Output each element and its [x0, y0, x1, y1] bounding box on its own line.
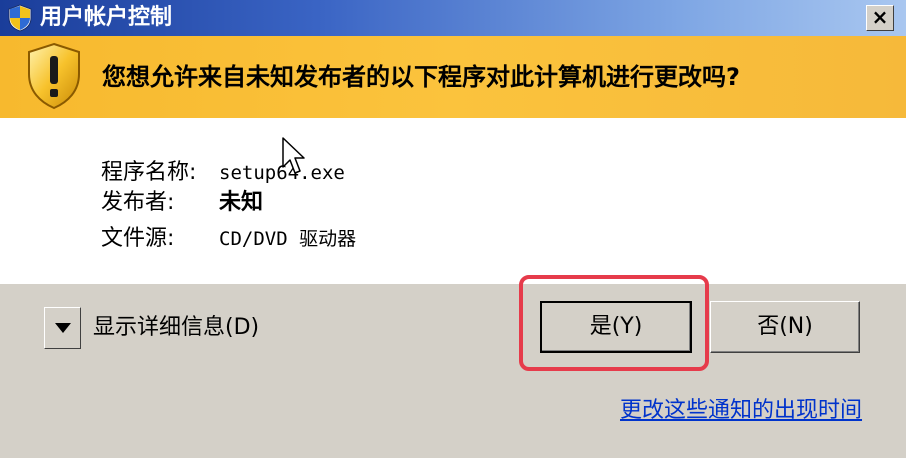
window-title: 用户帐户控制	[40, 5, 173, 30]
program-name-row: 程序名称: setup64.exe	[101, 158, 345, 188]
title-bar[interactable]: 用户帐户控制 ×	[0, 0, 906, 36]
chevron-down-icon	[55, 323, 71, 333]
warning-shield-icon	[28, 42, 80, 110]
program-info-panel: 程序名称: setup64.exe 发布者: 未知 文件源: CD/DVD 驱动器	[0, 118, 906, 284]
no-button[interactable]: 否(N)	[710, 301, 860, 353]
file-source-value: CD/DVD 驱动器	[219, 228, 357, 250]
publisher-value: 未知	[219, 190, 264, 215]
notification-settings-link[interactable]: 更改这些通知的出现时间	[620, 396, 862, 426]
publisher-label: 发布者:	[101, 190, 175, 215]
file-source-row: 文件源: CD/DVD 驱动器	[101, 224, 356, 254]
show-details-label[interactable]: 显示详细信息(D)	[93, 313, 259, 343]
show-details-toggle[interactable]	[44, 307, 81, 349]
mouse-cursor-icon	[282, 137, 305, 174]
banner-question: 您想允许来自未知发布者的以下程序对此计算机进行更改吗?	[102, 63, 740, 91]
close-button[interactable]: ×	[866, 5, 894, 31]
uac-dialog: 用户帐户控制 × 您想允许来自未知发布者的以下程序对此计算机进行更改吗? 程序名…	[0, 0, 906, 458]
warning-banner: 您想允许来自未知发布者的以下程序对此计算机进行更改吗?	[0, 36, 906, 118]
yes-button[interactable]: 是(Y)	[540, 301, 692, 353]
publisher-row: 发布者: 未知	[101, 188, 263, 218]
program-name-label: 程序名称:	[101, 160, 197, 185]
uac-shield-icon	[8, 4, 32, 32]
file-source-label: 文件源:	[101, 226, 175, 251]
